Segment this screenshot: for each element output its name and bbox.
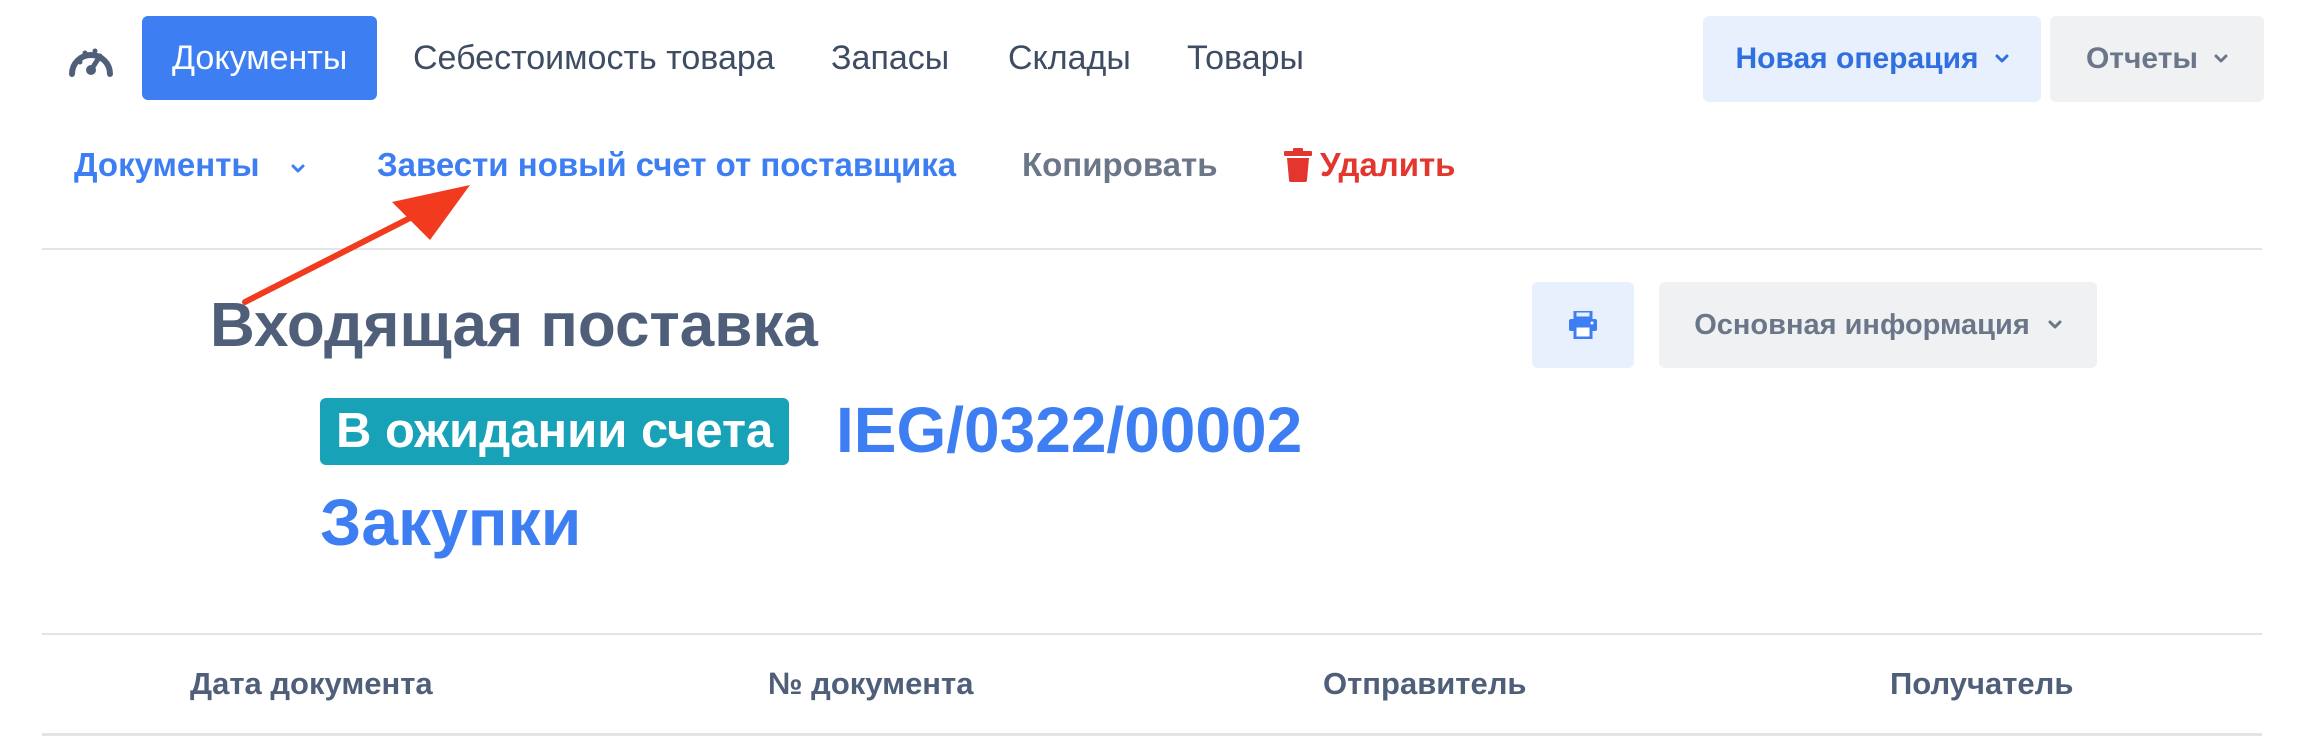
tab-stock[interactable]: Запасы [801,16,979,100]
delete-label: Удалить [1320,146,1456,183]
column-header-recipient: Получатель [1890,666,2074,701]
new-operation-label: Новая операция [1735,42,1979,75]
documents-dropdown-label: Документы [74,146,260,183]
main-info-label: Основная информация [1694,308,2030,341]
copy-button[interactable]: Копировать [1022,140,1218,190]
delete-button[interactable]: Удалить [1284,140,1455,190]
print-button[interactable] [1532,282,1634,368]
main-info-dropdown[interactable]: Основная информация [1659,282,2097,368]
documents-dropdown[interactable]: Документы [74,140,305,190]
dashboard-gauge-icon[interactable] [68,40,114,80]
column-header-document-number: № документа [768,666,974,701]
tab-documents[interactable]: Документы [142,16,378,100]
document-category[interactable]: Закупки [320,482,581,562]
chevron-down-icon [1995,54,2009,63]
new-supplier-invoice-link[interactable]: Завести новый счет от поставщика [377,140,956,190]
divider [42,248,2262,250]
table-header-divider [42,733,2262,736]
chevron-down-icon [291,164,305,173]
tab-cost-of-goods[interactable]: Себестоимость товара [383,16,805,100]
reports-label: Отчеты [2085,42,2199,75]
trash-icon [1284,148,1312,182]
printer-icon [1569,311,1597,339]
status-badge: В ожидании счета [320,398,790,465]
column-header-sender: Отправитель [1323,666,1527,701]
tab-products[interactable]: Товары [1157,16,1334,100]
annotation-arrow [242,185,470,305]
chevron-down-icon [2048,320,2062,329]
tab-warehouses[interactable]: Склады [978,16,1161,100]
reports-button[interactable]: Отчеты [2050,16,2264,102]
new-operation-button[interactable]: Новая операция [1703,16,2041,102]
divider [42,633,2262,635]
chevron-down-icon [2214,54,2228,63]
column-header-document-date: Дата документа [190,666,433,701]
page-title: Входящая поставка [210,291,818,360]
document-number[interactable]: IEG/0322/00002 [836,390,1302,470]
